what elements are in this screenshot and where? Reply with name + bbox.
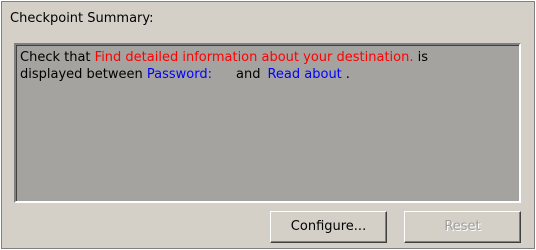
summary-and-word: and xyxy=(236,67,261,82)
summary-displayed-between: displayed between xyxy=(20,67,147,82)
checkpoint-summary-text: Check that Find detailed information abo… xyxy=(20,49,497,83)
reset-button[interactable]: Reset xyxy=(404,211,521,243)
summary-line-2: displayed between Password: and Read about… xyxy=(20,66,497,83)
between-start-text: Password: xyxy=(146,67,212,82)
checkpoint-summary-label: Checkpoint Summary: xyxy=(10,11,154,26)
checkpoint-dialog: Checkpoint Summary: Check that Find deta… xyxy=(1,1,535,249)
checked-text: Find detailed information about your des… xyxy=(94,50,414,65)
summary-prefix: Check that xyxy=(20,50,95,65)
summary-line-1: Check that Find detailed information abo… xyxy=(20,49,497,66)
summary-period: . xyxy=(345,67,350,82)
summary-is-text: is xyxy=(413,50,429,65)
configure-button[interactable]: Configure... xyxy=(270,211,387,243)
checkpoint-summary-box: Check that Find detailed information abo… xyxy=(14,43,521,203)
between-end-text: Read about xyxy=(267,67,342,82)
